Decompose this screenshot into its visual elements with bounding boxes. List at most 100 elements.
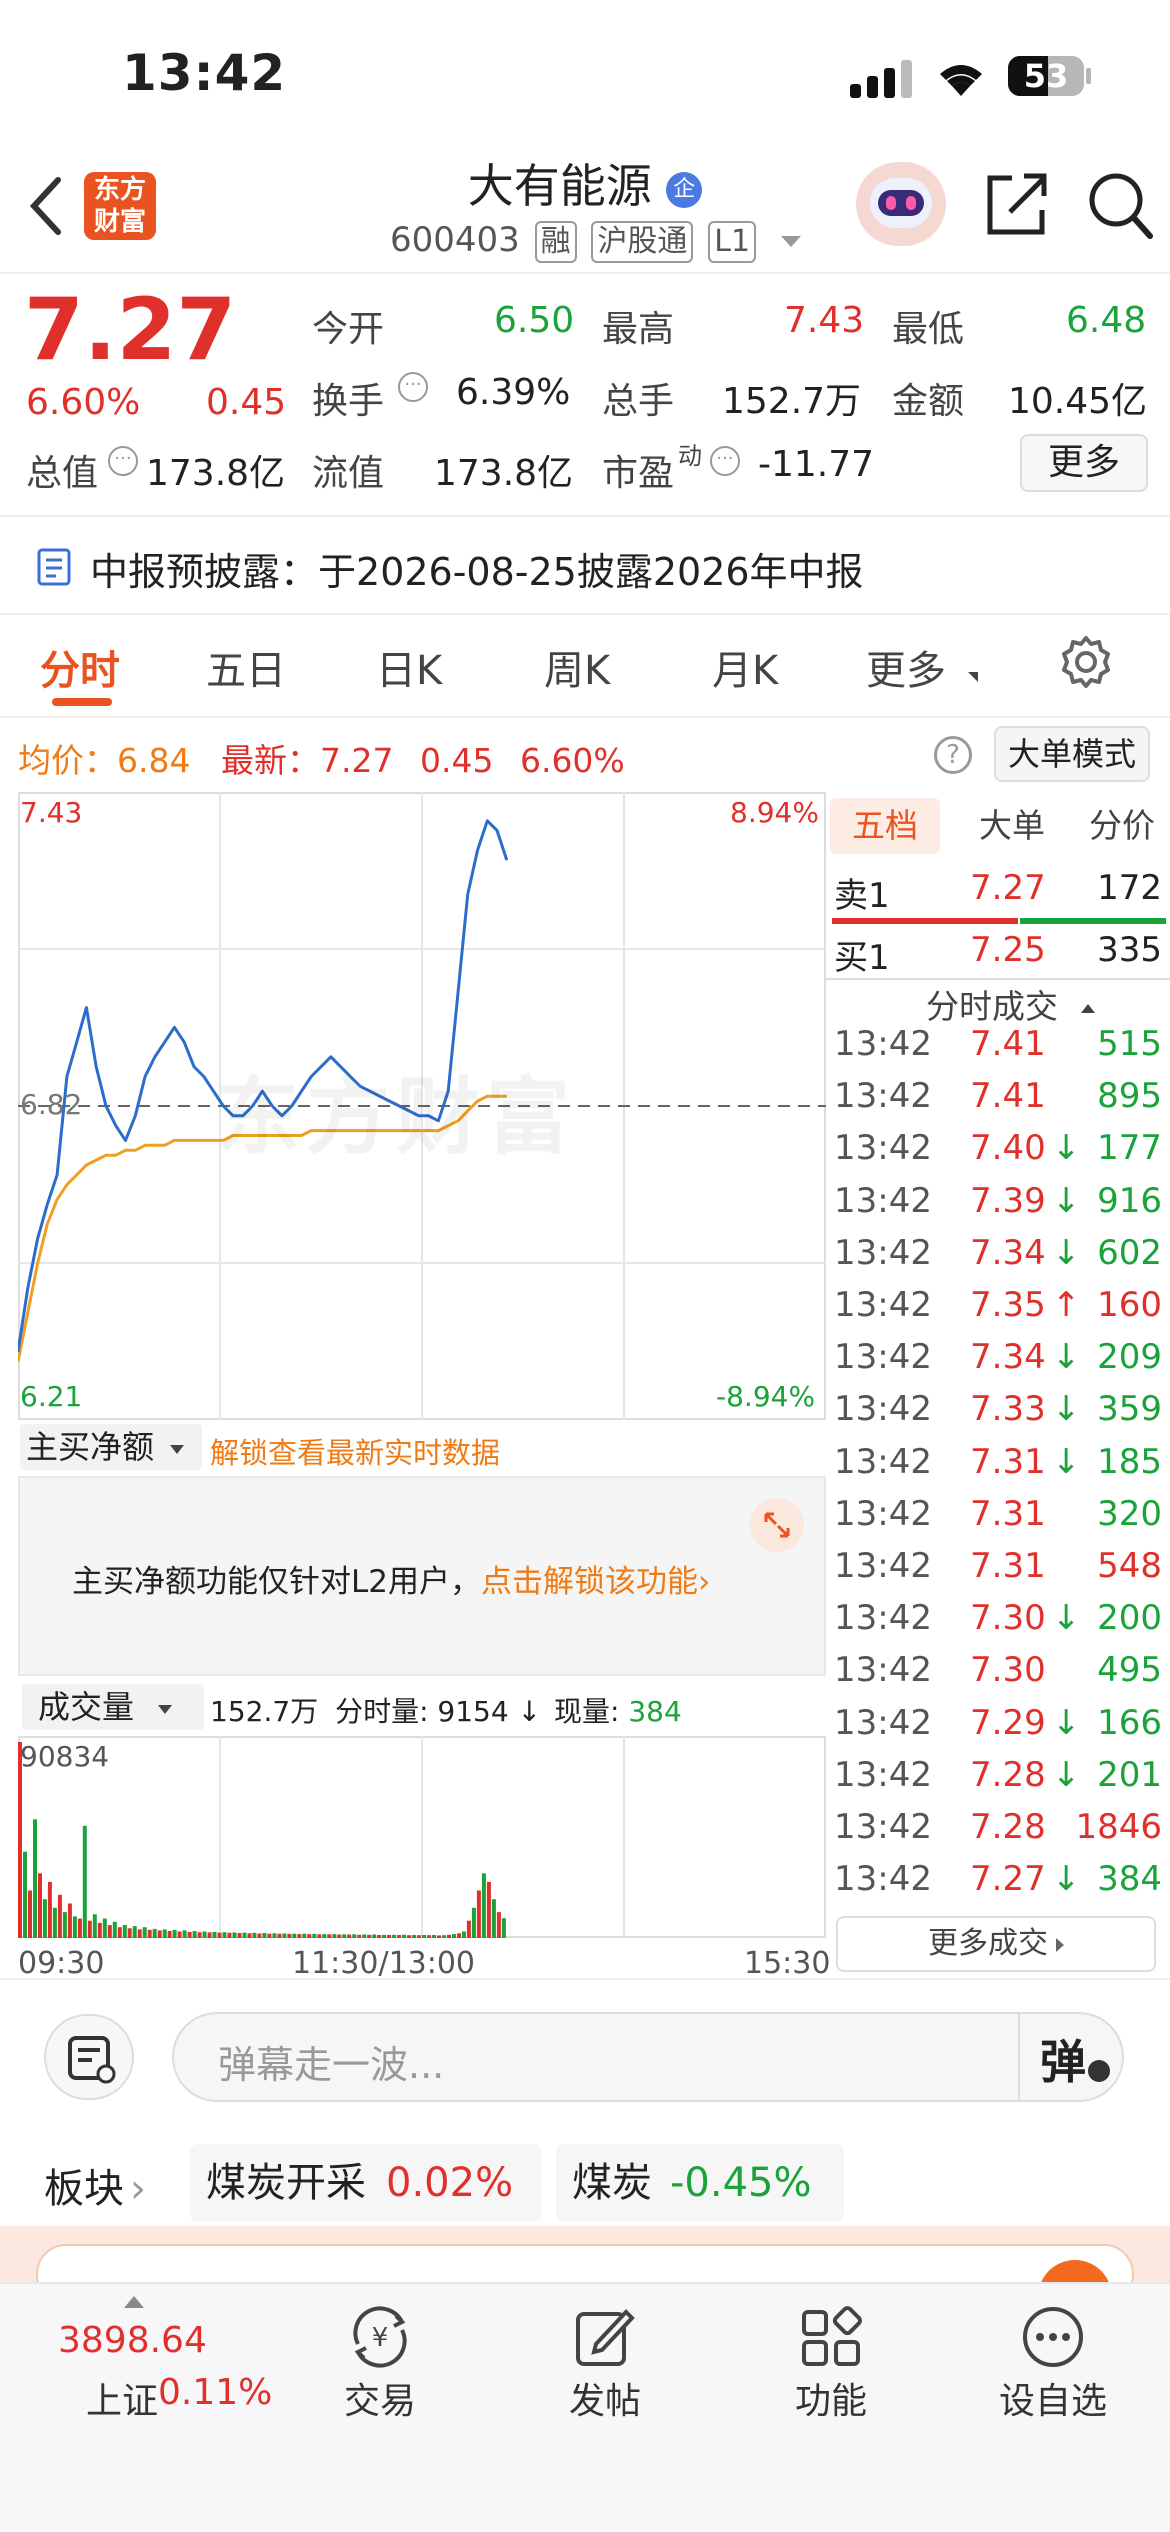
tick-time: 13:42 xyxy=(834,1389,932,1430)
search-icon[interactable] xyxy=(1086,170,1156,242)
volume-bar xyxy=(342,1934,347,1938)
volume-bar xyxy=(412,1935,417,1938)
tab-five-day[interactable]: 五日 xyxy=(206,638,286,696)
pe-value: -11.77 xyxy=(758,444,875,485)
tab-intraday[interactable]: 分时 xyxy=(40,638,120,696)
settings-gear-icon[interactable] xyxy=(1058,634,1114,690)
tick-row: 13:42 7.34 ↓ 209 xyxy=(826,1337,1166,1389)
tick-time: 13:42 xyxy=(834,1650,932,1691)
more-ticks-button[interactable]: 更多成交 xyxy=(836,1916,1156,1972)
net-buy-unlock-link[interactable]: 点击解锁该功能 xyxy=(481,1564,698,1600)
last-price-label: 最新： xyxy=(220,741,320,780)
buy1-volume: 335 xyxy=(1097,930,1162,970)
tab-week-k[interactable]: 周K xyxy=(544,638,610,696)
buy1-price: 7.25 xyxy=(970,930,1046,970)
volume-bar xyxy=(212,1932,217,1938)
tick-time: 13:42 xyxy=(834,1337,932,1378)
volume-bar xyxy=(442,1935,446,1938)
volume-bar xyxy=(82,1825,87,1938)
volume-caret-icon xyxy=(158,1704,173,1714)
tick-time: 13:42 xyxy=(834,1285,932,1325)
nav-trade-label[interactable]: 交易 xyxy=(305,2372,455,2424)
volume-bar xyxy=(337,1934,342,1938)
order-book-tab-big-order[interactable]: 大单 xyxy=(962,798,1062,854)
index-value[interactable]: 3898.64 xyxy=(58,2320,207,2361)
volume-bar xyxy=(372,1934,377,1938)
volume-summary: 152.7万 分时量: 9154 ↓ 现量: 384 xyxy=(210,1690,682,1730)
amount-value: 10.45亿 xyxy=(1008,381,1148,422)
pe-info-icon[interactable]: ··· xyxy=(710,446,740,476)
volume-bar xyxy=(397,1935,402,1938)
tick-row: 13:42 7.30 495 xyxy=(826,1650,1166,1702)
comment-list-button[interactable] xyxy=(44,2014,134,2100)
expand-icon[interactable] xyxy=(750,1498,804,1552)
dropdown-caret-icon[interactable] xyxy=(780,236,801,247)
more-button[interactable]: 更多 xyxy=(1020,434,1148,492)
sector-tag-coal[interactable]: 煤炭 -0.45% xyxy=(556,2144,844,2222)
intraday-info: 均价：6.84 最新：7.27 0.45 6.60% xyxy=(18,734,625,782)
volume-bar xyxy=(33,1819,37,1938)
volume-chart[interactable] xyxy=(18,1736,826,1938)
volume-bar xyxy=(367,1934,372,1938)
tick-down-arrow-icon: ↓ xyxy=(1052,1232,1081,1273)
tick-price: 7.27 xyxy=(970,1859,1046,1900)
volume-bar xyxy=(317,1934,322,1938)
order-book-tab-level5[interactable]: 五档 xyxy=(830,798,940,854)
turnover-label: 换手 xyxy=(312,381,385,422)
volume-bar xyxy=(92,1914,97,1938)
stock-name: 大有能源 企 xyxy=(380,150,790,216)
order-book: 五档 大单 分价 卖1 7.27 172 买1 7.25 335 分时成交 13… xyxy=(826,792,1170,1972)
tab-month-k[interactable]: 月K xyxy=(712,638,778,696)
volume-bar xyxy=(427,1935,431,1938)
tab-day-k[interactable]: 日K xyxy=(376,638,442,696)
volume-bar xyxy=(207,1932,212,1938)
last-price: 7.27 xyxy=(24,280,237,380)
ticks-title[interactable]: 分时成交 xyxy=(926,980,1095,1028)
buy1-row[interactable]: 买1 7.25 335 xyxy=(826,930,1166,982)
help-icon[interactable]: ? xyxy=(934,736,972,774)
open-value: 6.50 xyxy=(494,300,575,341)
volume-bar xyxy=(177,1931,182,1938)
tab-more[interactable]: 更多 xyxy=(866,638,946,696)
more-dots-icon[interactable] xyxy=(1020,2304,1086,2370)
app-logo: 东方 财富 xyxy=(84,172,156,240)
market-cap-value: 173.8亿 xyxy=(146,453,286,494)
sell1-row[interactable]: 卖1 7.27 172 xyxy=(826,868,1166,920)
turnover-info-icon[interactable]: ··· xyxy=(398,372,428,402)
tick-volume: 209 xyxy=(1097,1337,1162,1378)
volume-bar xyxy=(327,1934,332,1938)
edit-post-icon[interactable] xyxy=(572,2304,638,2370)
minute-volume-label: 分时量: xyxy=(335,1695,429,1728)
nav-add-watchlist-label[interactable]: 设自选 xyxy=(978,2372,1128,2424)
order-book-tab-price[interactable]: 分价 xyxy=(1072,798,1170,854)
info-icon[interactable]: ··· xyxy=(108,446,138,476)
nav-post-label[interactable]: 发帖 xyxy=(530,2372,680,2424)
yuan-exchange-icon[interactable]: ¥ xyxy=(344,2304,416,2370)
sector-tag-coal-mining[interactable]: 煤炭开采 0.02% xyxy=(190,2144,542,2222)
volume-bar xyxy=(107,1925,112,1938)
sector-label[interactable]: 板块 › xyxy=(44,2156,146,2214)
big-order-mode-button[interactable]: 大单模式 xyxy=(994,726,1150,782)
danmu-toggle-button[interactable]: 弹 xyxy=(1040,2026,1112,2089)
share-icon[interactable] xyxy=(984,170,1050,238)
tick-row: 13:42 7.27 ↓ 384 xyxy=(826,1859,1166,1911)
volume-bar xyxy=(461,1931,466,1938)
unlock-link[interactable]: 解锁查看最新实时数据 xyxy=(210,1430,500,1472)
market-cap-label: 总值 xyxy=(26,453,99,494)
tick-row: 13:42 7.33 ↓ 359 xyxy=(826,1389,1166,1441)
comment-input[interactable]: 弹幕走一波... 弹 xyxy=(172,2012,1124,2102)
index-name[interactable]: 上证 xyxy=(86,2372,158,2424)
ai-assistant-icon[interactable] xyxy=(856,162,946,246)
back-arrow-icon[interactable] xyxy=(26,176,66,236)
volume-selector[interactable]: 成交量 xyxy=(22,1684,204,1730)
index-pct[interactable]: 0.11% xyxy=(158,2372,272,2413)
tick-up-arrow-icon: ↑ xyxy=(1052,1285,1081,1325)
volume-bar xyxy=(496,1912,501,1938)
chevron-right-icon: › xyxy=(698,1564,711,1600)
net-buy-selector[interactable]: 主买净额 xyxy=(20,1424,202,1470)
report-notice[interactable]: 中报预披露：于2026-08-25披露2026年中报 xyxy=(0,515,1170,615)
volume-bar xyxy=(362,1934,367,1938)
nav-function-label[interactable]: 功能 xyxy=(756,2372,906,2424)
apps-grid-icon[interactable] xyxy=(798,2304,864,2370)
promo-banner[interactable] xyxy=(0,2226,1170,2334)
